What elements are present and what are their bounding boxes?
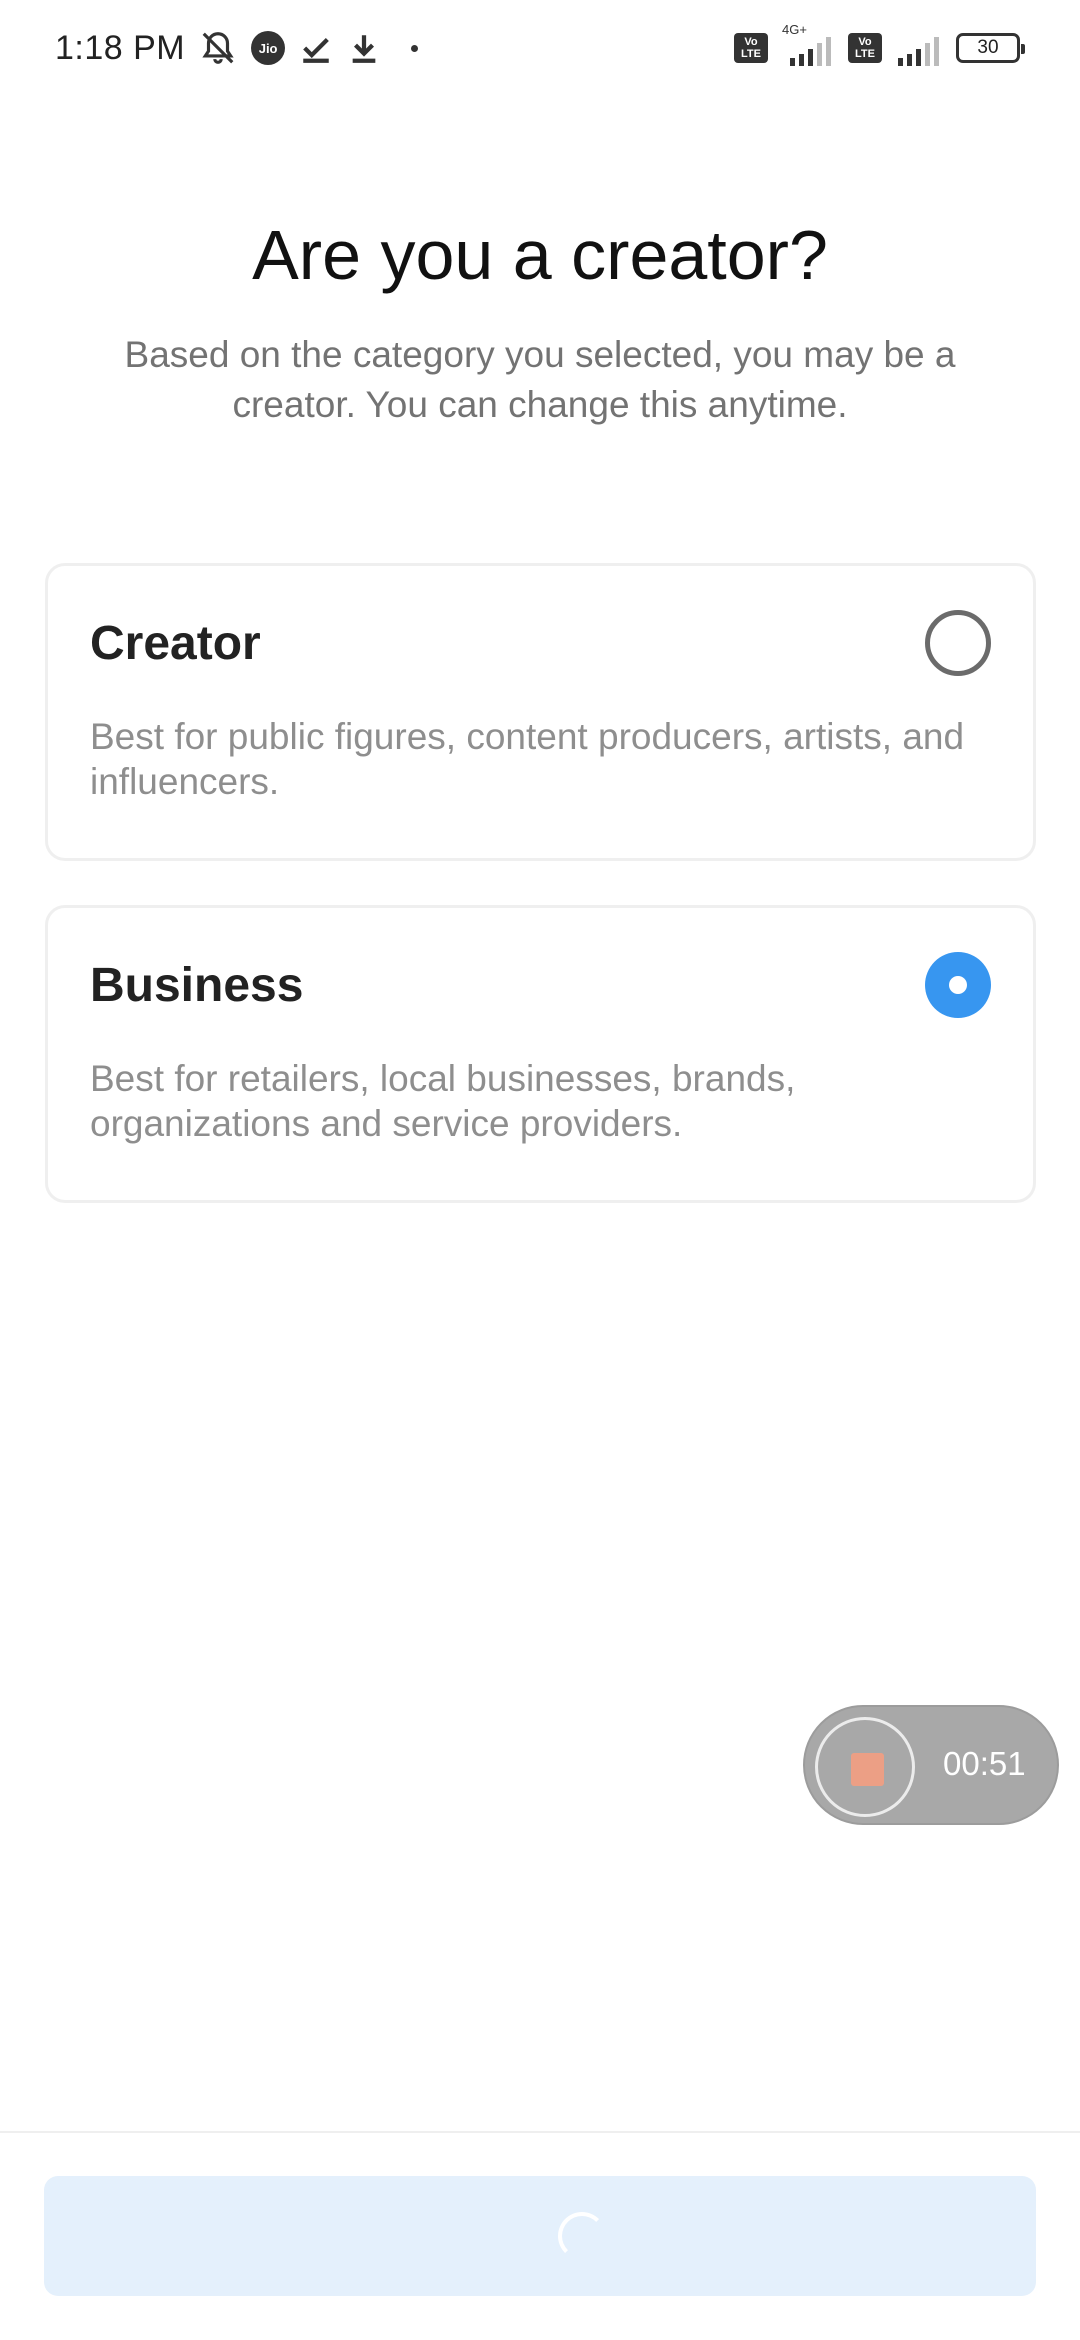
page-subtitle: Based on the category you selected, you … xyxy=(124,334,956,425)
volte-label-bottom: LTE xyxy=(741,48,761,60)
volte-label-top-2: Vo xyxy=(858,36,872,48)
recording-timer: 00:51 xyxy=(943,1745,1026,1782)
loading-spinner-icon xyxy=(558,2212,606,2260)
stop-recording-button[interactable] xyxy=(815,1717,915,1817)
option-business-title: Business xyxy=(90,959,304,1012)
volte-icon-sim2: Vo LTE xyxy=(848,33,882,63)
status-right: Vo LTE 4G+ Vo LTE 30 xyxy=(734,22,1025,68)
status-bar: 1:18 PM Jio Vo LTE 4G+ Vo LTE 30 xyxy=(0,0,1080,96)
jio-icon: Jio xyxy=(251,31,286,65)
battery-icon: 30 xyxy=(956,33,1025,63)
volte-label-top: Vo xyxy=(744,36,758,48)
status-time: 1:18 PM xyxy=(55,28,186,67)
option-business-radio[interactable] xyxy=(925,952,991,1018)
option-business-description: Best for retailers, local businesses, br… xyxy=(90,1058,796,1144)
next-button[interactable] xyxy=(44,2176,1036,2296)
option-creator-card[interactable]: Creator Best for public figures, content… xyxy=(45,563,1036,861)
signal-sim1-icon: 4G+ xyxy=(778,22,848,68)
volte-icon: Vo LTE xyxy=(734,33,768,63)
option-creator-title: Creator xyxy=(90,617,261,670)
network-type-label: 4G+ xyxy=(782,22,807,37)
volte-label-bottom-2: LTE xyxy=(855,48,875,60)
signal-bars-2 xyxy=(898,37,939,66)
bell-muted-icon xyxy=(199,29,237,67)
option-business-card[interactable]: Business Best for retailers, local busin… xyxy=(45,905,1036,1203)
stop-icon xyxy=(851,1753,884,1786)
status-left: 1:18 PM Jio xyxy=(55,24,419,72)
screen-recorder-widget[interactable]: 00:51 xyxy=(803,1705,1059,1825)
page-title: Are you a creator? xyxy=(252,216,828,294)
task-done-icon xyxy=(299,31,333,65)
notification-dot-icon xyxy=(411,44,419,52)
signal-bars xyxy=(790,37,831,66)
option-creator-radio[interactable] xyxy=(925,610,991,676)
download-icon xyxy=(347,31,381,65)
footer-divider xyxy=(0,2131,1080,2133)
option-creator-description: Best for public figures, content produce… xyxy=(90,716,965,802)
signal-sim2-icon xyxy=(892,28,942,68)
